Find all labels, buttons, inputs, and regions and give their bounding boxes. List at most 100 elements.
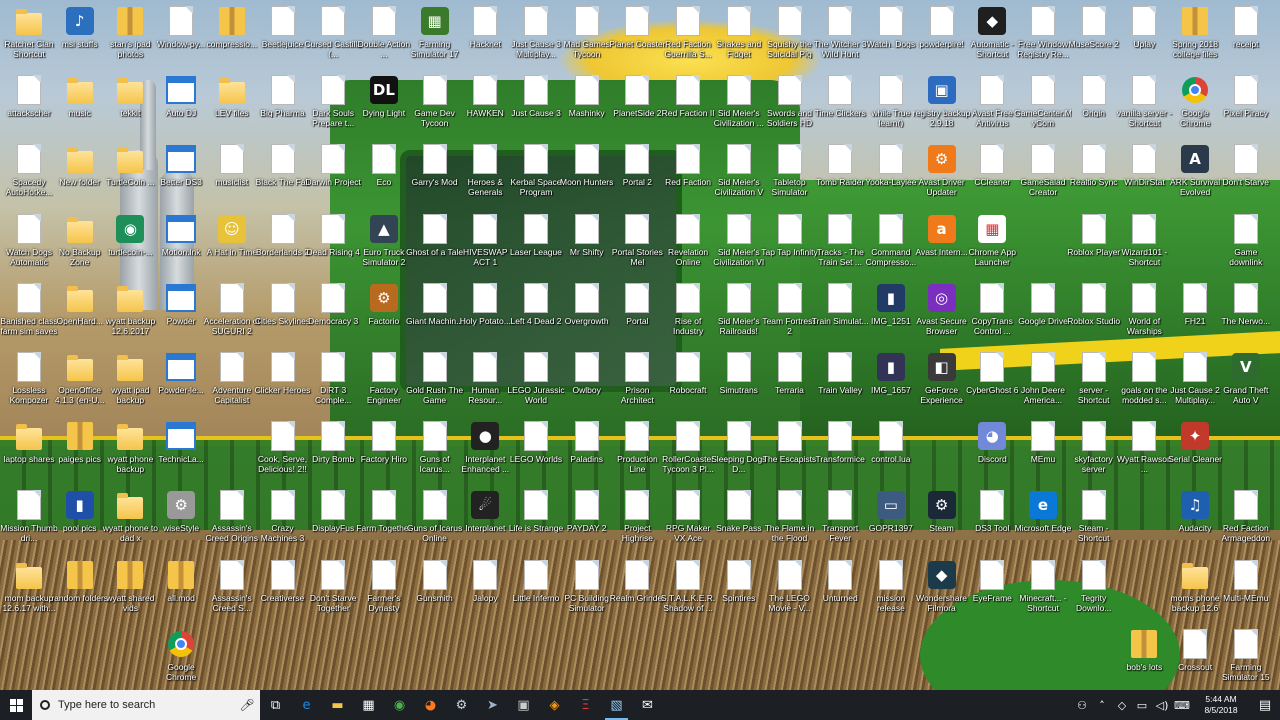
dropbox-icon[interactable]: ◇ [1112,699,1132,712]
taskbar-app-steam[interactable]: ⚙ [446,690,477,720]
desktop-icon[interactable]: Watch Dogs Automatic [1,212,57,278]
desktop-icon[interactable]: Wyatt Rawson ... [1116,419,1172,485]
microphone-icon[interactable]: 🎤︎ [239,697,254,713]
desktop-icon[interactable]: Black The Fall [255,142,311,208]
desktop-icon[interactable]: MEmu [1015,419,1071,485]
desktop-icon[interactable]: PC Building Simulator [559,558,615,624]
desktop-icon[interactable]: ▮ pool pics [52,488,108,554]
desktop-icon[interactable]: Transformice [812,419,868,485]
desktop-icon[interactable]: Uplay [1116,4,1172,70]
desktop-icon[interactable]: Factory Hiro [356,419,412,485]
desktop-icon[interactable]: Dirty Bomb [305,419,361,485]
desktop-icon[interactable]: Moon Hunters [559,142,615,208]
desktop-icon[interactable]: Powder-le... [153,350,209,416]
desktop-icon[interactable]: Giant Machin... [406,281,463,347]
desktop-icon[interactable]: Laser League [508,212,564,278]
desktop-icon[interactable]: Sleeping Dogs D... [711,419,767,485]
desktop-icon[interactable]: Avast Free Antivirus [964,73,1020,139]
taskbar-app-file-explorer[interactable]: ▬ [322,690,353,720]
desktop-icon[interactable]: Steam - Shortcut [1066,488,1122,554]
desktop-icon[interactable]: Acceleration of SUGURI 2 [204,281,260,347]
desktop-icon[interactable]: Life is Strange [508,488,564,554]
desktop-icon[interactable]: Cursed Castilla (... [304,4,362,70]
desktop-icon[interactable]: CCleaner [964,142,1020,208]
desktop-icon[interactable]: HIVESWAP ACT 1 [457,212,513,278]
desktop-icon[interactable]: Little Inferno [508,558,564,624]
desktop-icon[interactable]: Holy Potato... [457,281,513,347]
desktop-icon[interactable]: Borderlands 2 [255,212,311,278]
desktop-icon[interactable]: Transport Fever [812,488,868,554]
desktop-icon[interactable]: OpenHard... [52,281,108,347]
desktop-icon[interactable]: ♪ msi stuffs [52,4,108,70]
desktop-icon[interactable]: ◧ GeForce Experience [914,350,970,416]
desktop-icon[interactable]: Cook, Serve, Delicious! 2!! [255,419,311,485]
desktop-icon[interactable]: Unturned [812,558,868,624]
desktop-icon[interactable]: Clicker Heroes [255,350,311,416]
desktop-icon[interactable]: e Microsoft Edge [1015,488,1071,554]
network-icon[interactable]: ▭ [1132,699,1152,712]
desktop-icon[interactable]: Simutrans [711,350,767,416]
desktop-icon[interactable]: ✦ Serial Cleaner [1167,419,1223,485]
desktop-icon[interactable]: ♫ Audacity [1167,488,1223,554]
desktop-icon[interactable]: Snake Pass [711,488,767,554]
desktop-icon[interactable]: Wizard101 - Shortcut [1116,212,1172,278]
taskbar-search-box[interactable]: Type here to search 🎤︎ [32,690,260,720]
desktop-icon[interactable]: Shakes and Fidget [711,4,767,70]
desktop-icon[interactable]: Adventure Capitalist [204,350,260,416]
desktop-icon[interactable]: Command Compresso... [863,212,919,278]
desktop-icon[interactable]: Garry's Mod [407,142,463,208]
desktop-icon[interactable]: DL Dying Light [356,73,412,139]
desktop-icon[interactable]: Red Faction Guerrilla S... [660,4,716,70]
taskbar-app-gallery[interactable]: ▧ [601,690,632,720]
desktop-icon[interactable]: attackscher [1,73,57,139]
desktop-icon[interactable]: PAYDAY 2 [559,488,615,554]
desktop-icon[interactable]: DisplayFus [305,488,361,554]
desktop-icon[interactable]: Gold Rush The Game [406,350,463,416]
desktop-icon[interactable]: mom backup 12.6.17 with... [1,558,57,624]
desktop-icon[interactable]: Sid Meier's Civilization V [711,142,767,208]
desktop-icon[interactable]: Kerbal Space Program [508,142,564,208]
desktop-icon[interactable]: LEGO Jurassic World [507,350,565,416]
desktop-icon[interactable]: Swords and Soldiers HD [762,73,818,139]
desktop-icon[interactable]: wyatt phone to dad x [102,488,158,554]
desktop-icon[interactable]: Terraria [762,350,818,416]
desktop-icon[interactable]: World of Warships [1116,281,1172,347]
desktop-icon[interactable]: Overgrowth [559,281,615,347]
desktop-icon[interactable]: Train Valley [812,350,868,416]
taskbar-app-task-view[interactable]: ⧉ [260,690,291,720]
desktop-icon[interactable]: Powder [153,281,209,347]
desktop-icon[interactable]: wyatt shared vids [102,558,158,624]
volume-icon[interactable]: ◁) [1152,699,1172,712]
desktop-icon[interactable]: John Deere America... [1015,350,1071,416]
desktop-icon[interactable]: Creativerse [255,558,311,624]
taskbar-app-hero-app[interactable]: ◈ [539,690,570,720]
desktop-icon[interactable]: Don't Starve Together [305,558,361,624]
desktop-icon[interactable]: Human Resour... [457,350,513,416]
desktop-icon[interactable]: Production Line [609,419,665,485]
desktop-icon[interactable]: Robocraft [660,350,716,416]
desktop-icon[interactable]: compressio... [204,4,260,70]
desktop-icon[interactable]: Spacedy AutoHotke... [1,142,57,208]
desktop-icon[interactable]: Squishy the Suicidal Pig [762,4,818,70]
desktop-icon[interactable]: PlanetSide 2 [609,73,665,139]
desktop-icon[interactable]: receipt [1218,4,1274,70]
desktop-icon[interactable]: stan's ipad photos [102,4,158,70]
desktop-icon[interactable]: Jalopy [457,558,513,624]
desktop-icon[interactable]: Red Faction [660,142,716,208]
desktop-icon[interactable]: Don't Starve [1218,142,1274,208]
desktop-icon[interactable]: Minecraft... - Shortcut [1015,558,1071,624]
desktop-icon[interactable]: Origin [1066,73,1122,139]
desktop-icon[interactable]: New folder [52,142,108,208]
desktop-icon[interactable]: ◆ Automatic - Shortcut [964,4,1020,70]
desktop-icon[interactable]: tekkit [102,73,158,139]
desktop-icon[interactable]: Assassin's Creed Origins [204,488,260,554]
desktop-icon[interactable]: DS3 Tool [964,488,1020,554]
desktop-icon[interactable]: Tabletop Simulator [762,142,818,208]
desktop-icon[interactable]: vanilla server - Shortcut [1116,73,1172,139]
desktop-icon[interactable]: Time Clickers [812,73,868,139]
desktop-icon[interactable]: EyeFrame [964,558,1020,624]
desktop-icon[interactable]: Tomb Raider [812,142,868,208]
desktop-icon[interactable]: Democracy 3 [305,281,361,347]
desktop-icon[interactable]: server - Shortcut [1066,350,1122,416]
desktop-icon[interactable]: Owlboy [559,350,615,416]
